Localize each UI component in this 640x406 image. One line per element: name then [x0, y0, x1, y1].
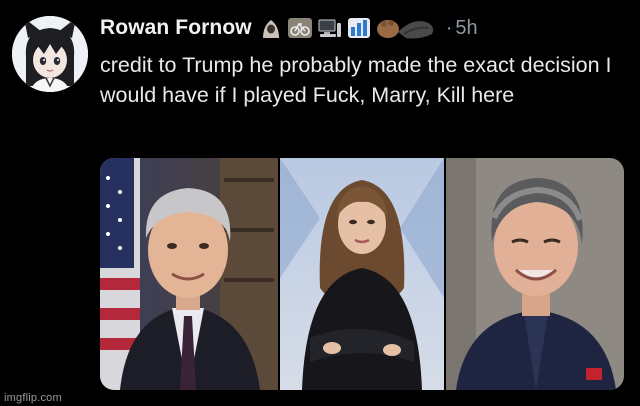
post-text: credit to Trump he probably made the exa…	[100, 53, 612, 107]
photo-man-smiling[interactable]	[446, 158, 624, 390]
name-emoji-row	[260, 16, 444, 40]
avatar[interactable]	[12, 16, 88, 92]
woman-arms-crossed-photo-icon	[280, 158, 444, 390]
media-collage[interactable]	[100, 158, 624, 390]
man-smiling-photo-icon	[446, 158, 624, 390]
anime-avatar-icon	[12, 16, 88, 92]
post: Rowan Fornow · 5h credit to Trump he pro…	[0, 0, 640, 406]
hands-emoji-icon	[376, 16, 438, 40]
watermark: imgflip.com	[4, 392, 62, 404]
dot-separator: ·	[445, 16, 453, 39]
photo-woman-arms-crossed[interactable]	[278, 158, 446, 390]
bicycle-emoji-icon	[287, 18, 312, 38]
timestamp[interactable]: 5h	[455, 17, 477, 40]
author-name[interactable]: Rowan Fornow	[100, 16, 252, 40]
man-in-suit-photo-icon	[100, 158, 278, 390]
post-header: Rowan Fornow · 5h	[100, 12, 478, 44]
hooded-figure-emoji-icon	[260, 18, 282, 38]
computer-emoji-icon	[318, 18, 342, 38]
chart-emoji-icon	[347, 18, 370, 38]
photo-man-in-suit[interactable]	[100, 158, 278, 390]
